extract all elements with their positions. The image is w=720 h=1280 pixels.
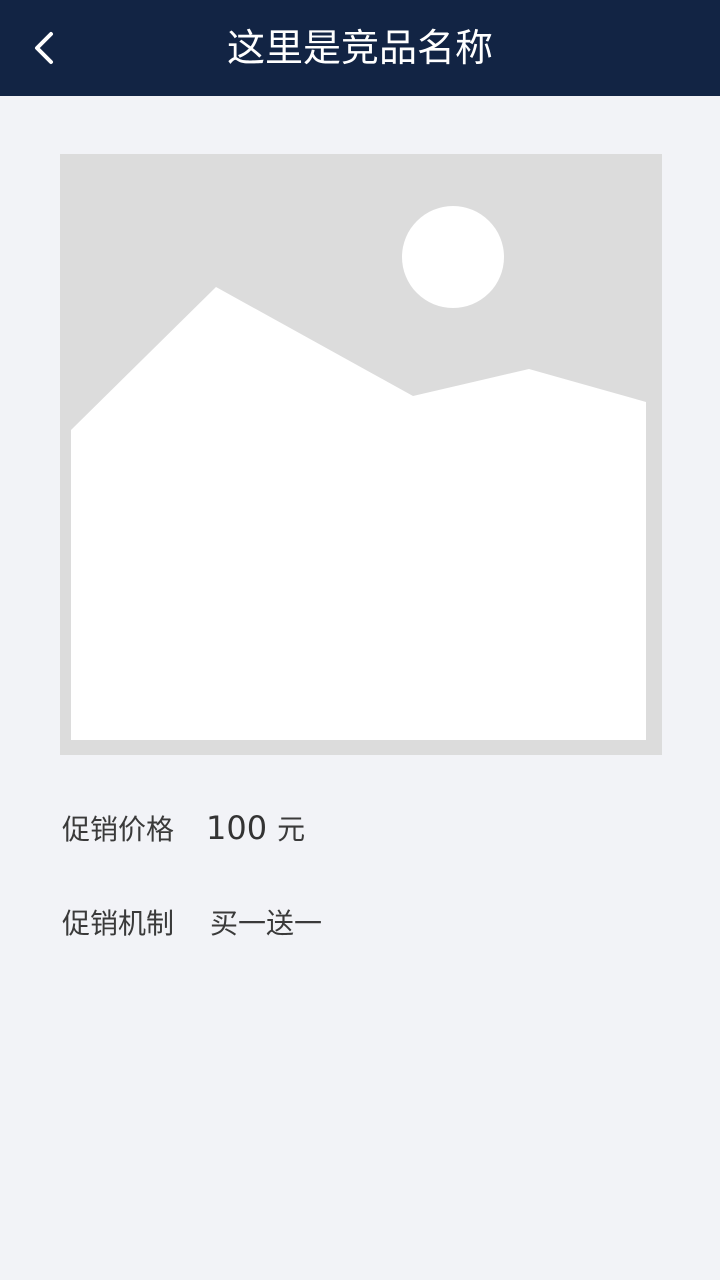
promotion-mechanism-label: 促销机制 <box>62 907 175 940</box>
chevron-left-icon <box>35 32 53 64</box>
promotion-mechanism-row: 促销机制 买一送一 <box>62 900 322 944</box>
promotion-price-label: 促销价格 <box>62 813 175 846</box>
page-title: 这里是竞品名称 <box>226 26 493 70</box>
promotion-price-row: 促销价格 100 元 <box>62 806 305 850</box>
promotion-price-value: 100 <box>206 809 268 847</box>
promotion-price-unit: 元 <box>277 813 306 846</box>
back-button[interactable] <box>18 22 70 74</box>
top-nav-bar: 这里是竞品名称 <box>0 0 720 96</box>
promotion-mechanism-value: 买一送一 <box>210 907 323 940</box>
image-placeholder-icon <box>60 154 662 755</box>
product-image <box>60 154 662 755</box>
